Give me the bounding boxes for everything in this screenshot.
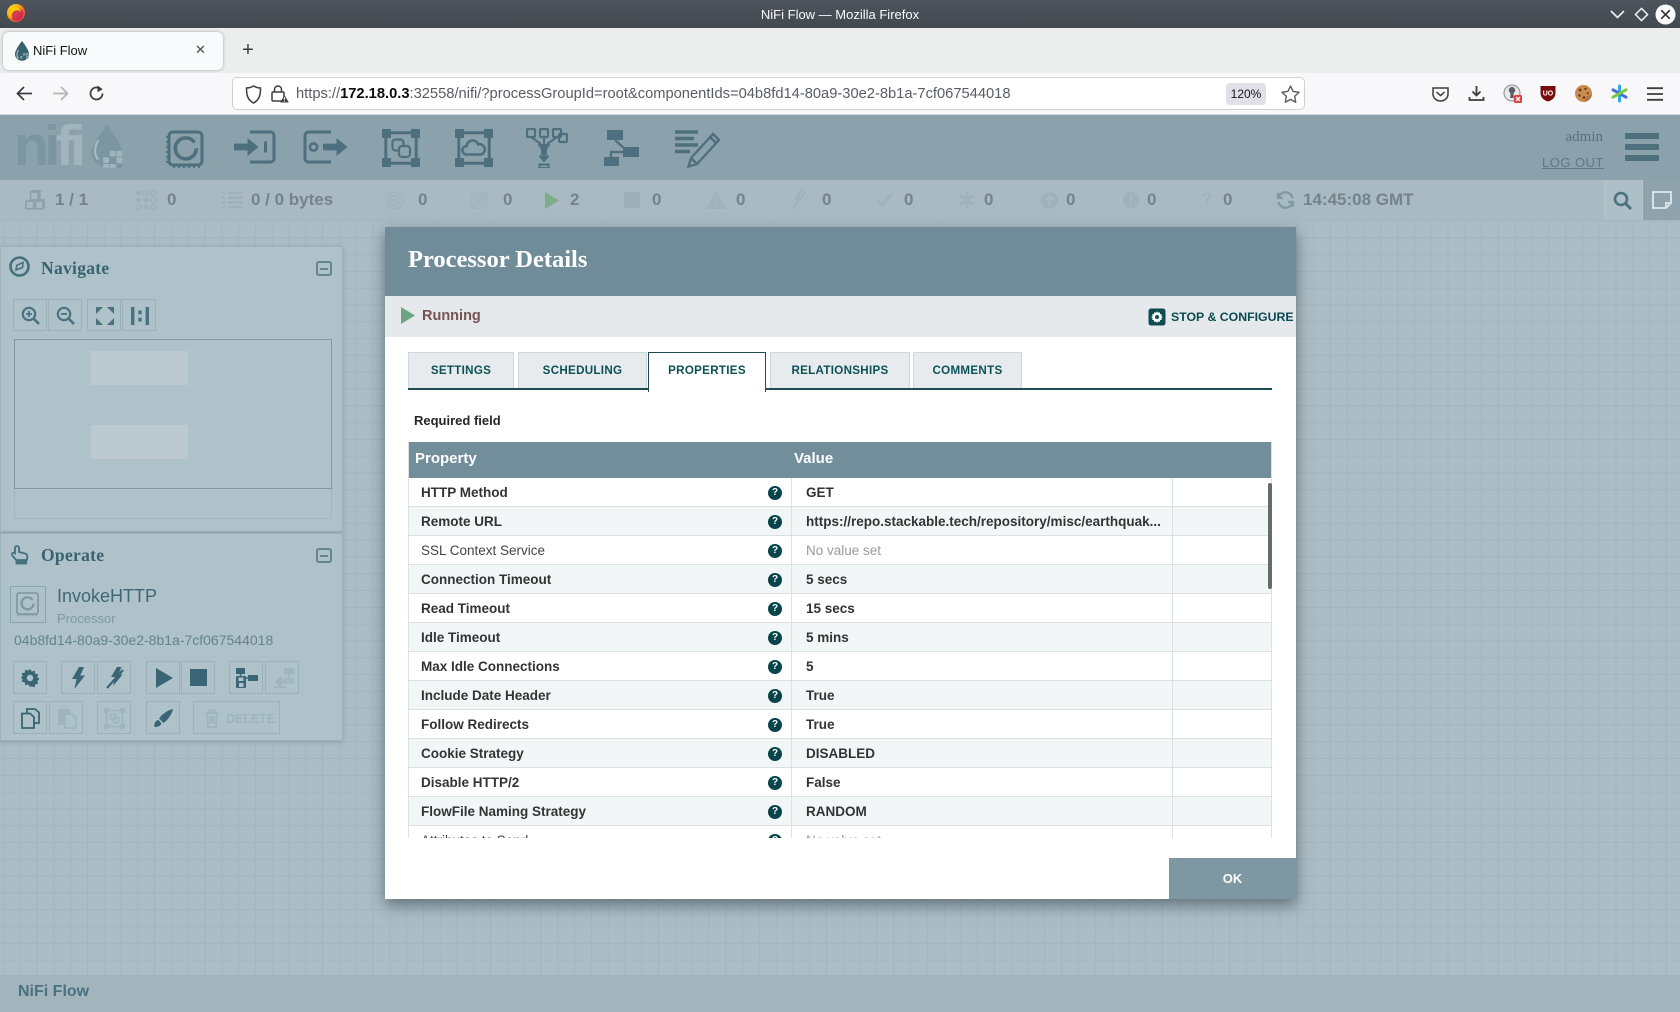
svg-text:UO: UO xyxy=(1543,91,1554,98)
